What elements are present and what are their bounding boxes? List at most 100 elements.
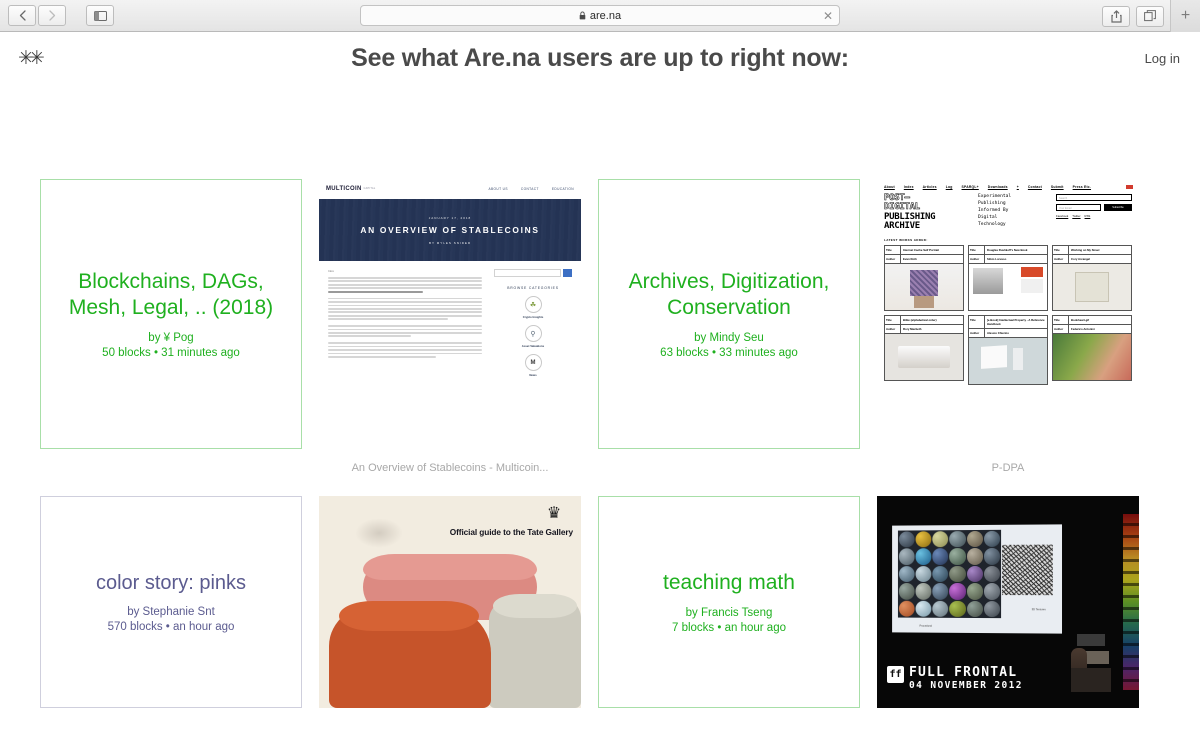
stop-loading-button[interactable]: ✕ — [823, 10, 833, 22]
grid-cell: Procedural 3D Textures ff FULL FRONTAL 0… — [877, 496, 1139, 708]
channel-card[interactable]: teaching math by Francis Tseng 7 blocks … — [598, 496, 860, 708]
work-entry[interactable]: Title Bookheart.gif Author Federico Anto… — [1052, 314, 1132, 381]
nav-link[interactable]: About — [884, 185, 895, 189]
address-bar[interactable]: are.na ✕ — [360, 5, 840, 26]
category-item[interactable]: M News — [494, 354, 572, 377]
social-link[interactable]: RSS — [1085, 214, 1091, 218]
social-link[interactable]: Facebook — [1056, 214, 1068, 218]
hero-date: JANUARY 17, 2018 — [428, 215, 472, 220]
full-frontal-logo-icon: ff — [887, 665, 904, 683]
entry-image-row — [969, 337, 1047, 384]
entry-author-key: Author — [885, 324, 901, 333]
search-input[interactable]: Search — [1056, 194, 1132, 201]
nav-link[interactable]: Submit — [1051, 185, 1064, 189]
subscribe-button[interactable]: Subscribe — [1104, 204, 1132, 211]
event-date: 04 NOVEMBER 2012 — [909, 679, 1023, 691]
news-icon: M — [524, 354, 542, 371]
entry-image — [1053, 263, 1131, 310]
show-tabs-button[interactable] — [1136, 5, 1164, 27]
work-entry[interactable]: Title Bible (alphabetical order) Author … — [884, 314, 964, 381]
social-link[interactable]: Twitter — [1072, 214, 1080, 218]
nav-link[interactable]: Index — [904, 185, 914, 189]
work-entry[interactable]: Title Internet Cache Self Portrait Autho… — [884, 244, 964, 311]
entry-image-row — [1053, 263, 1131, 310]
slide-caption-left: Procedural — [919, 624, 932, 628]
entry-image — [885, 263, 963, 310]
entry-title-key: Title — [969, 315, 985, 328]
sidebar-toggle-button[interactable] — [86, 5, 114, 26]
channel-card[interactable]: Archives, Digitization, Conservation by … — [598, 179, 860, 449]
work-entry[interactable]: Title Working on My Novel Author Cory Ar… — [1052, 244, 1132, 311]
entry-author-row: Author Silvio Lorusso — [969, 254, 1047, 264]
grid-cell: About Index Articles Log SPARQL+ Downloa… — [877, 179, 1139, 474]
multicoin-body: Intro BROWSE CATEGORIES ☘ Crypto Insight… — [319, 261, 581, 383]
nav-link[interactable]: EDUCATION — [552, 187, 574, 191]
pdpa-logo: POST— DIGITAL PUBLISHING ARCHIVE — [884, 193, 968, 232]
entry-author-row: Author Cory Arcangel — [1053, 254, 1131, 264]
search-row — [494, 269, 572, 277]
multicoin-logo-sub: CAPITAL — [363, 186, 376, 190]
back-button[interactable] — [8, 5, 36, 26]
entry-title-value: Douglas Rushkoff's New Book — [987, 247, 1028, 252]
block-thumbnail[interactable]: MULTICOIN CAPITAL ABOUT US CONTACT EDUCA… — [319, 179, 581, 449]
tate-gallery-cover: ♛ Official guide to the Tate Gallery — [319, 496, 581, 708]
latest-works-label: LATEST WORKS ADDED: — [884, 237, 928, 242]
entry-author-key: Author — [969, 254, 985, 263]
block-thumbnail[interactable]: Procedural 3D Textures ff FULL FRONTAL 0… — [877, 496, 1139, 708]
category-label: News — [529, 373, 537, 377]
feed-grid: Blockchains, DAGs, Mesh, Legal, .. (2018… — [0, 179, 1200, 708]
nav-link[interactable]: Contact — [1028, 185, 1042, 189]
channel-card[interactable]: color story: pinks by Stephanie Snt 570 … — [40, 496, 302, 708]
material-spheres-grid — [897, 529, 1002, 619]
nav-link[interactable]: Log — [946, 185, 953, 189]
grid-cell: teaching math by Francis Tseng 7 blocks … — [598, 496, 860, 708]
category-item[interactable]: ⚲ Asset Valuations — [494, 325, 572, 348]
article-paragraph — [328, 277, 482, 293]
multicoin-nav: MULTICOIN CAPITAL ABOUT US CONTACT EDUCA… — [319, 179, 581, 199]
channel-meta: 63 blocks • 33 minutes ago — [660, 346, 798, 359]
nav-link[interactable]: SPARQL+ — [962, 185, 979, 189]
work-entry[interactable]: Title [e-Book] Intellectual Property - A… — [968, 314, 1048, 385]
nav-link[interactable]: Press Etc. — [1073, 185, 1091, 189]
categories-title: BROWSE CATEGORIES — [507, 286, 559, 290]
forward-button[interactable] — [38, 5, 66, 26]
login-link[interactable]: Log in — [1145, 51, 1180, 66]
texture-sample-image — [1002, 544, 1053, 596]
entry-author-value: Silvio Lorusso — [987, 256, 1007, 261]
toolbar-right-group: + — [1102, 0, 1200, 32]
work-entry[interactable]: Title Douglas Rushkoff's New Book Author… — [968, 244, 1048, 311]
grey-blob-shape — [489, 594, 581, 708]
block-caption: P-DPA — [991, 462, 1025, 474]
block-thumbnail[interactable]: ♛ Official guide to the Tate Gallery — [319, 496, 581, 708]
page-title: See what Are.na users are up to right no… — [351, 43, 849, 72]
search-input[interactable] — [494, 269, 561, 277]
channel-card[interactable]: Blockchains, DAGs, Mesh, Legal, .. (2018… — [40, 179, 302, 449]
logo-line: ARCHIVE — [884, 221, 920, 232]
new-tab-button[interactable]: + — [1170, 0, 1200, 32]
share-button[interactable] — [1102, 5, 1130, 27]
entry-image — [969, 263, 1047, 310]
channel-title: color story: pinks — [95, 571, 247, 594]
grid-cell: color story: pinks by Stephanie Snt 570 … — [40, 496, 302, 708]
entry-author-value: Federico Antonini — [1071, 326, 1095, 331]
nav-link[interactable]: Downloads — [988, 185, 1008, 189]
block-thumbnail[interactable]: About Index Articles Log SPARQL+ Downloa… — [877, 179, 1139, 449]
category-label: Crypto Insights — [522, 315, 544, 319]
search-icon[interactable] — [563, 269, 572, 277]
nav-link[interactable]: + — [1017, 185, 1019, 189]
channel-meta: 570 blocks • an hour ago — [107, 621, 235, 634]
multicoin-nav-links: ABOUT US CONTACT EDUCATION — [488, 187, 574, 191]
category-item[interactable]: ☘ Crypto Insights — [494, 296, 572, 319]
nav-link[interactable]: CONTACT — [521, 187, 539, 191]
lightbulb-icon: ☘ — [524, 296, 542, 313]
entry-title-row: Title Bible (alphabetical order) — [885, 315, 963, 325]
email-field[interactable]: Your Email — [1056, 204, 1101, 211]
channel-author: by Stephanie Snt — [127, 606, 215, 619]
entry-author-row: Author Rory Macbeth — [885, 324, 963, 334]
subscribe-row: Your Email Subscribe — [1056, 204, 1132, 211]
nav-link[interactable]: ABOUT US — [488, 187, 507, 191]
channel-author: by Francis Tseng — [685, 606, 773, 619]
entry-title-key: Title — [885, 245, 901, 254]
nav-link[interactable]: Articles — [923, 185, 937, 189]
entry-image-row — [1053, 333, 1131, 380]
